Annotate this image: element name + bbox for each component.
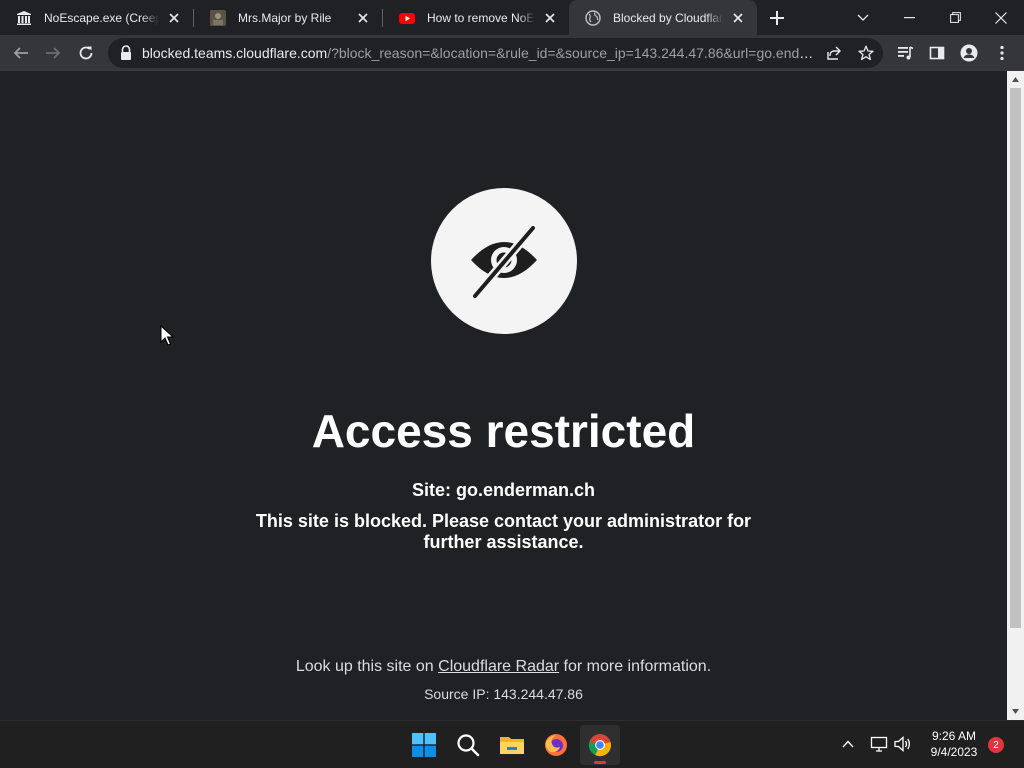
lookup-line: Look up this site on Cloudflare Radar fo… [0,658,1007,676]
museum-icon [16,10,32,26]
file-explorer-icon [500,737,524,754]
mouse-cursor-icon [160,325,174,346]
vertical-scrollbar[interactable] [1007,71,1024,720]
cloudflare-radar-link[interactable]: Cloudflare Radar [438,658,559,675]
profile-button[interactable] [954,38,984,68]
close-icon [995,11,1007,24]
show-hidden-icons-button[interactable] [837,733,859,755]
lookup-prefix: Look up this site on [295,658,439,675]
page-heading: Access restricted [311,405,696,457]
network-button[interactable] [868,733,890,755]
side-panel-button[interactable] [922,38,952,68]
tab-title: NoEscape.exe (Creepypasta) [44,10,159,25]
search-button[interactable] [448,725,488,765]
address-bar[interactable]: blocked.teams.cloudflare.com/?block_reas… [108,38,883,68]
lock-icon[interactable] [119,45,133,61]
thumbnail-icon [210,9,226,26]
browser-toolbar: blocked.teams.cloudflare.com/?block_reas… [0,35,1024,71]
network-icon [870,736,888,752]
back-button[interactable] [6,38,36,68]
close-tab-icon[interactable] [165,9,183,27]
back-arrow-icon [13,47,28,59]
page-content: Access restricted Site: go.enderman.ch T… [0,71,1007,720]
profile-icon [960,44,978,62]
search-icon [457,734,480,757]
new-tab-button[interactable] [764,5,790,31]
firefox-icon [545,734,567,756]
tab-3[interactable]: How to remove NoEscape [383,0,569,35]
tab-title: Blocked by Cloudflare Gateway [613,10,723,25]
blocked-badge [431,188,577,334]
tab-4-active[interactable]: Blocked by Cloudflare Gateway [569,0,757,35]
bookmark-star-icon[interactable] [856,43,876,63]
chrome-icon [588,734,611,757]
tab-title: How to remove NoEscape [427,10,535,25]
close-window-button[interactable] [978,0,1024,35]
menu-button[interactable] [987,38,1017,68]
source-ip: Source IP: 143.244.47.86 [424,686,583,702]
close-tab-icon[interactable] [729,9,747,27]
scroll-up-arrow-icon[interactable] [1007,71,1024,88]
chevron-down-icon [857,14,869,21]
chrome-button[interactable] [580,725,620,765]
firefox-button[interactable] [536,725,576,765]
blocked-message: This site is blocked. Please contact you… [255,511,752,552]
volume-button[interactable] [892,733,914,755]
minimize-button[interactable] [886,0,932,35]
url-host: blocked.teams.cloudflare.com [142,45,328,61]
windows-start-icon [412,733,436,757]
media-control-button[interactable] [891,38,921,68]
active-app-indicator [594,761,606,764]
forward-button[interactable] [38,38,68,68]
scrollbar-thumb[interactable] [1010,88,1021,628]
tab-search-button[interactable] [840,0,886,35]
reload-icon [79,46,93,60]
youtube-icon [399,10,415,26]
playlist-icon [898,46,914,60]
url-path: /?block_reason=&location=&rule_id=&sourc… [327,45,818,61]
forward-arrow-icon [46,47,61,59]
clock-time: 9:26 AM [931,729,977,743]
system-clock[interactable]: 9:26 AM 9/4/2023 [920,728,988,760]
file-explorer-button[interactable] [492,725,532,765]
scroll-down-arrow-icon[interactable] [1007,703,1024,720]
tab-2[interactable]: Mrs.Major by Rile [194,0,382,35]
taskbar: 9:26 AM 9/4/2023 2 [0,720,1024,768]
start-button[interactable] [404,725,444,765]
eye-slash-icon [470,223,538,301]
close-tab-icon[interactable] [354,9,372,27]
volume-icon [894,736,911,752]
tab-title: Mrs.Major by Rile [238,10,332,25]
clock-date: 9/4/2023 [930,745,978,759]
tab-1[interactable]: NoEscape.exe (Creepypasta) [0,0,193,35]
kebab-menu-icon [1000,45,1004,61]
restore-button[interactable] [932,0,978,35]
chevron-up-icon [842,740,854,748]
share-icon[interactable] [824,43,844,63]
reload-button[interactable] [71,38,101,68]
tab-strip: NoEscape.exe (Creepypasta) Mrs.Major by … [0,0,1024,35]
address-url[interactable]: blocked.teams.cloudflare.com/?block_reas… [142,45,818,61]
blocked-site-label: Site: go.enderman.ch [411,480,596,500]
minimize-icon [903,16,915,18]
notification-badge[interactable]: 2 [988,737,1004,753]
globe-icon [585,9,601,26]
close-tab-icon[interactable] [541,9,559,27]
side-panel-icon [929,46,945,60]
lookup-suffix: for more information. [559,658,712,675]
restore-icon [949,12,961,23]
